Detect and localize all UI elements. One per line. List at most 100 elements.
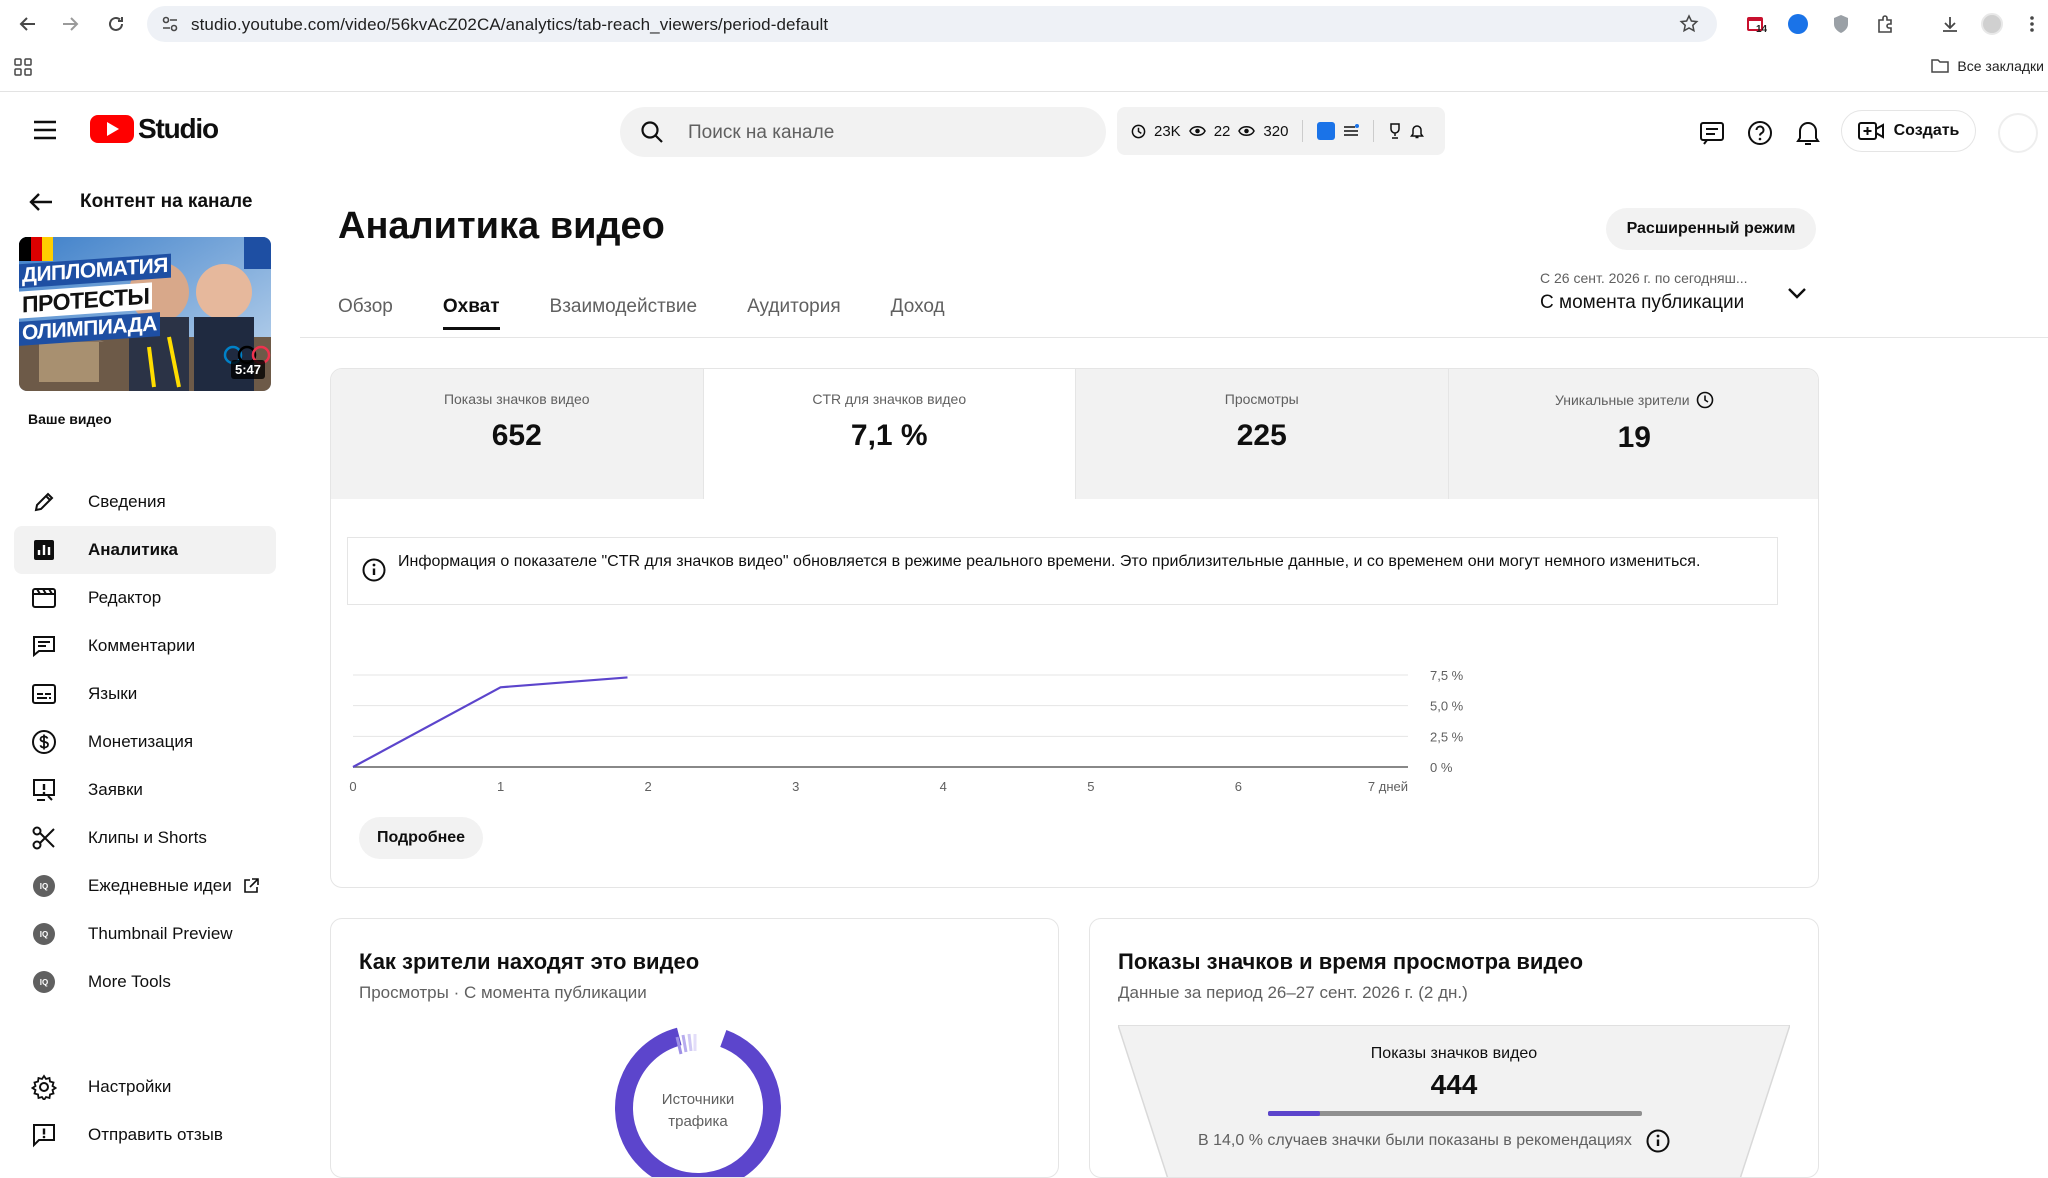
- extensions-puzzle-icon[interactable]: [1873, 12, 1897, 36]
- metric-unique-viewers[interactable]: Уникальные зрители 19: [1448, 369, 1818, 499]
- search-input[interactable]: Поиск на канале: [688, 122, 834, 144]
- channel-avatar[interactable]: [1998, 113, 2038, 153]
- more-details-button[interactable]: Подробнее: [359, 817, 483, 859]
- vidiq-extension-icon[interactable]: [1786, 12, 1810, 36]
- reload-icon[interactable]: [102, 10, 130, 38]
- metric-label: Уникальные зрители: [1554, 392, 1690, 408]
- funnel-label: Показы значков видео: [1370, 1045, 1538, 1062]
- info-icon[interactable]: [1646, 1129, 1670, 1153]
- extension-calendar-icon[interactable]: 14: [1744, 12, 1768, 36]
- apps-grid-icon[interactable]: [14, 58, 32, 81]
- info-text: Информация о показателе "CTR для значков…: [398, 553, 1701, 570]
- address-bar[interactable]: studio.youtube.com/video/56kvAcZ02CA/ana…: [147, 6, 1717, 42]
- sidebar-item-daily-ideas[interactable]: IQ Ежедневные идеи: [14, 862, 276, 910]
- card-title: Показы значков и время просмотра видео: [1118, 949, 1584, 974]
- sidebar-item-label: Языки: [88, 684, 138, 703]
- bookmark-star-icon[interactable]: [1679, 14, 1699, 39]
- sidebar-item-editor[interactable]: Редактор: [14, 574, 276, 622]
- vidiq-stats-bar[interactable]: 23K 22 320: [1117, 107, 1445, 155]
- analytics-tabs: Обзор Охват Взаимодействие Аудитория Дох…: [338, 290, 995, 330]
- funnel-note-row: В 14,0 % случаев значки были показаны в …: [1198, 1129, 1670, 1153]
- sidebar-item-label: Сведения: [88, 492, 166, 511]
- sidebar-item-monetization[interactable]: Монетизация: [14, 718, 276, 766]
- folder-icon: [1931, 59, 1950, 73]
- sidebar-item-settings[interactable]: Настройки: [14, 1063, 276, 1111]
- impressions-funnel-card: Показы значков и время просмотра видео Д…: [1089, 918, 1819, 1178]
- metric-views[interactable]: Просмотры 225: [1076, 369, 1449, 499]
- profile-avatar-icon[interactable]: [1980, 12, 2004, 36]
- url-text[interactable]: studio.youtube.com/video/56kvAcZ02CA/ana…: [191, 15, 828, 35]
- chevron-down-icon[interactable]: [1786, 286, 1808, 305]
- sidebar-bottom-nav: Настройки Отправить отзыв: [14, 1063, 276, 1159]
- page-title: Аналитика видео: [338, 205, 665, 247]
- sidebar-item-thumbnail-preview[interactable]: IQ Thumbnail Preview: [14, 910, 276, 958]
- trophy-icon[interactable]: [1388, 123, 1402, 139]
- video-thumbnail[interactable]: ДИПЛОМАТИЯ ПРОТЕСТЫ ОЛИМПИАДА 5:47: [19, 237, 271, 391]
- traffic-sources-card: Как зрители находят это видео Просмотры …: [330, 918, 1059, 1178]
- y-tick-label: 7,5 %: [1430, 668, 1464, 683]
- back-label[interactable]: Контент на канале: [80, 191, 252, 213]
- sidebar-item-claims[interactable]: Заявки: [14, 766, 276, 814]
- advanced-mode-button[interactable]: Расширенный режим: [1606, 208, 1816, 250]
- create-label[interactable]: Создать: [1894, 122, 1960, 140]
- tab-reach[interactable]: Охват: [442, 290, 500, 330]
- tab-engagement[interactable]: Взаимодействие: [550, 290, 698, 330]
- sidebar-item-label: More Tools: [88, 972, 171, 991]
- sidebar-item-comments[interactable]: Комментарии: [14, 622, 276, 670]
- site-settings-icon[interactable]: [161, 15, 179, 38]
- sidebar-item-details[interactable]: Сведения: [14, 478, 276, 526]
- comment-icon: [30, 632, 58, 660]
- donut-center-label: Источники трафика: [613, 1089, 783, 1133]
- metric-ctr[interactable]: CTR для значков видео 7,1 %: [703, 369, 1076, 499]
- notifications-bell-icon[interactable]: [1792, 117, 1824, 149]
- back-to-content[interactable]: Контент на канале: [28, 191, 252, 213]
- period-selector[interactable]: С 26 сент. 2026 г. по сегодняш... С моме…: [1540, 270, 1748, 314]
- period-label[interactable]: С момента публикации: [1540, 292, 1748, 314]
- all-bookmarks-label[interactable]: Все закладки: [1957, 58, 2044, 74]
- y-tick-label: 0 %: [1430, 760, 1453, 775]
- metric-impressions[interactable]: Показы значков видео 652: [331, 369, 704, 499]
- search-bar[interactable]: Поиск на канале: [620, 107, 1106, 157]
- shield-extension-icon[interactable]: [1829, 12, 1853, 36]
- sidebar-item-label: Комментарии: [88, 636, 196, 655]
- period-subtitle[interactable]: С 26 сент. 2026 г. по сегодняш...: [1540, 270, 1748, 286]
- views-48h-value: 22: [1213, 122, 1231, 140]
- bell-small-icon[interactable]: [1410, 123, 1425, 139]
- sidebar-item-more-tools[interactable]: IQ More Tools: [14, 958, 276, 1006]
- clock-icon: [1131, 124, 1146, 138]
- funnel-progress-fill: [1268, 1111, 1321, 1116]
- tab-audience[interactable]: Аудитория: [747, 290, 841, 330]
- search-icon[interactable]: [640, 120, 664, 149]
- x-tick-label: 7 дней: [1368, 779, 1408, 794]
- studio-logo[interactable]: Studio: [90, 113, 219, 145]
- eye-icon: [1238, 126, 1256, 136]
- list-icon[interactable]: [1343, 124, 1360, 138]
- divider: [1302, 120, 1304, 142]
- sidebar-item-clips-shorts[interactable]: Клипы и Shorts: [14, 814, 276, 862]
- create-button[interactable]: Создать: [1841, 110, 1976, 152]
- chrome-menu-icon[interactable]: [2020, 12, 2044, 36]
- x-tick-label: 5: [1087, 779, 1094, 794]
- messages-icon[interactable]: [1696, 117, 1728, 149]
- sidebar-item-languages[interactable]: Языки: [14, 670, 276, 718]
- sidebar-item-analytics[interactable]: Аналитика: [14, 526, 276, 574]
- hamburger-menu-icon[interactable]: [32, 119, 58, 146]
- sidebar-item-feedback[interactable]: Отправить отзыв: [14, 1111, 276, 1159]
- forward-nav-icon[interactable]: [56, 10, 84, 38]
- vidiq-badge-icon[interactable]: [1317, 122, 1336, 140]
- funnel-note: В 14,0 % случаев значки были показаны в …: [1198, 1132, 1632, 1149]
- all-bookmarks[interactable]: Все закладки: [1931, 58, 2044, 74]
- reach-metrics-card: Показы значков видео 652 CTR для значков…: [330, 368, 1819, 888]
- download-icon[interactable]: [1938, 12, 1962, 36]
- tab-overview[interactable]: Обзор: [338, 290, 393, 330]
- back-nav-icon[interactable]: [14, 10, 42, 38]
- x-tick-label: 2: [645, 779, 652, 794]
- help-icon[interactable]: [1744, 117, 1776, 149]
- arrow-back-icon[interactable]: [28, 191, 54, 213]
- pencil-icon: [30, 488, 58, 516]
- sidebar-item-label: Ежедневные идеи: [88, 876, 232, 895]
- tabs-divider: [300, 337, 2048, 338]
- youtube-logo-icon: [90, 115, 134, 143]
- video-duration: 5:47: [230, 360, 265, 379]
- tab-revenue[interactable]: Доход: [891, 290, 945, 330]
